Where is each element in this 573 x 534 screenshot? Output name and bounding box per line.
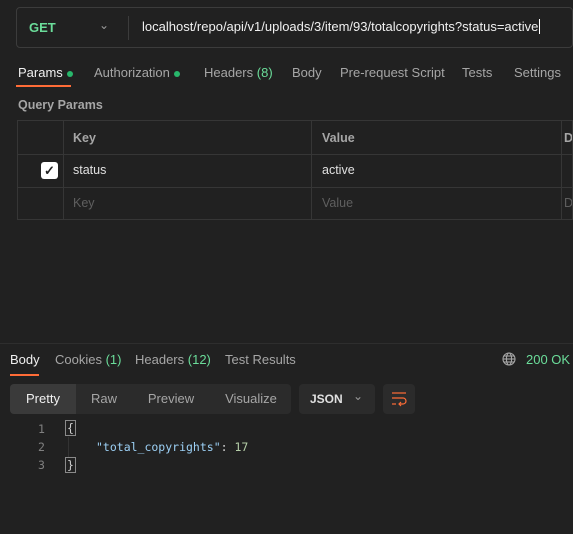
pane-divider[interactable] bbox=[0, 343, 573, 344]
json-colon: : bbox=[220, 440, 235, 454]
count-badge: (8) bbox=[256, 65, 273, 80]
tab-authorization[interactable]: Authorization bbox=[94, 65, 180, 80]
line-number: 2 bbox=[38, 440, 45, 454]
tab-tests[interactable]: Tests bbox=[462, 65, 492, 80]
code-line: "total_copyrights": 17 bbox=[96, 440, 248, 454]
status-code[interactable]: 200 OK bbox=[526, 352, 570, 367]
code-line: } bbox=[65, 457, 76, 473]
param-value[interactable]: active bbox=[322, 163, 355, 177]
tab-pre-request-script[interactable]: Pre-request Script bbox=[340, 65, 445, 80]
status-dot bbox=[66, 70, 73, 77]
tab-settings[interactable]: Settings bbox=[514, 65, 561, 80]
tab-body[interactable]: Body bbox=[292, 65, 322, 80]
tab-label: Params bbox=[18, 65, 63, 80]
indent-guide bbox=[68, 437, 69, 457]
view-mode-selector: Pretty Raw Preview Visualize bbox=[10, 384, 291, 414]
active-tab-indicator bbox=[10, 374, 39, 376]
tab-label: Cookies bbox=[55, 352, 102, 367]
new-description-input[interactable]: Description bbox=[564, 196, 572, 210]
param-enabled-checkbox[interactable]: ✓ bbox=[41, 162, 58, 179]
new-key-input[interactable]: Key bbox=[73, 196, 95, 210]
count-badge: (12) bbox=[187, 352, 211, 367]
json-key: "total_copyrights" bbox=[96, 440, 221, 454]
divider bbox=[128, 16, 129, 40]
status-dot bbox=[173, 70, 180, 77]
chevron-down-icon: ⌄ bbox=[353, 389, 364, 403]
url-input[interactable]: localhost/repo/api/v1/uploads/3/item/93/… bbox=[142, 19, 541, 34]
url-bar: GET ⌄ localhost/repo/api/v1/uploads/3/it… bbox=[16, 7, 573, 48]
param-key[interactable]: status bbox=[73, 163, 106, 177]
column-header-key: Key bbox=[73, 131, 96, 145]
new-value-input[interactable]: Value bbox=[322, 196, 353, 210]
column-header-description: Description bbox=[564, 131, 572, 145]
method-select[interactable]: GET bbox=[29, 20, 56, 35]
line-number: 3 bbox=[38, 458, 45, 472]
tab-params[interactable]: Params bbox=[18, 65, 73, 80]
response-tab-cookies[interactable]: Cookies (1) bbox=[55, 352, 121, 367]
wrap-lines-button[interactable] bbox=[383, 384, 415, 414]
query-params-table: Key Value Description ✓ status active Ke… bbox=[17, 120, 573, 220]
globe-icon[interactable] bbox=[502, 352, 516, 369]
tab-label: Authorization bbox=[94, 65, 170, 80]
active-tab-indicator bbox=[16, 85, 71, 87]
wrap-lines-icon bbox=[392, 392, 407, 407]
view-preview[interactable]: Preview bbox=[138, 384, 204, 414]
tab-headers[interactable]: Headers (8) bbox=[204, 65, 273, 80]
tab-label: Headers bbox=[204, 65, 254, 80]
column-header-value: Value bbox=[322, 131, 355, 145]
chevron-down-icon[interactable]: ⌄ bbox=[99, 18, 109, 32]
format-select[interactable]: JSON ⌄ bbox=[299, 384, 375, 414]
count-badge: (1) bbox=[105, 352, 122, 367]
code-line: { bbox=[65, 420, 76, 436]
response-tab-body[interactable]: Body bbox=[10, 352, 40, 367]
open-brace: { bbox=[65, 420, 76, 436]
tab-label: Headers bbox=[135, 352, 185, 367]
view-pretty[interactable]: Pretty bbox=[10, 384, 76, 414]
section-title: Query Params bbox=[18, 98, 103, 112]
view-visualize[interactable]: Visualize bbox=[214, 384, 288, 414]
view-raw[interactable]: Raw bbox=[80, 384, 128, 414]
response-tab-headers[interactable]: Headers (12) bbox=[135, 352, 211, 367]
close-brace: } bbox=[65, 457, 76, 473]
json-value: 17 bbox=[234, 440, 249, 454]
format-label: JSON bbox=[310, 392, 343, 406]
response-tab-test-results[interactable]: Test Results bbox=[225, 352, 296, 367]
line-number: 1 bbox=[38, 422, 45, 436]
